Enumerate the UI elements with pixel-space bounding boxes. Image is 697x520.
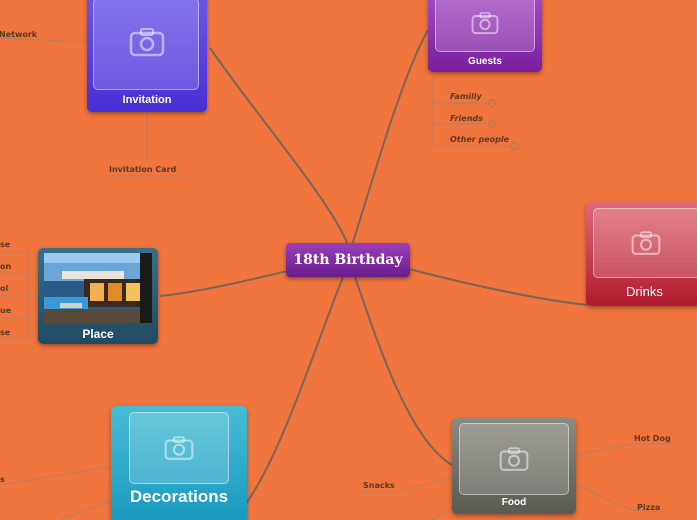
invitation-label: Invitation [122,94,172,106]
leaf-hot-dog[interactable]: Hot Dog [634,434,671,443]
leaf-network[interactable]: Network [0,30,37,39]
camera-icon [471,11,499,34]
leaf-pizza[interactable]: Pizza [637,503,660,512]
leaf-friends[interactable]: Friends [450,114,483,123]
leaf-familiy[interactable]: Familiy [450,92,482,101]
drinks-label: Drinks [626,284,663,299]
leaf-other-people[interactable]: Other people [450,135,509,144]
place-node[interactable]: Place [38,248,158,344]
leaf-place-2[interactable]: on [0,262,11,271]
count-badge: 1 [511,142,519,150]
leaf-invitation-card[interactable]: Invitation Card [109,165,176,174]
decorations-node[interactable]: Decorations [111,406,247,520]
guests-node[interactable]: Guests [428,0,542,72]
guests-label: Guests [468,56,502,67]
camera-icon [164,436,194,461]
food-label: Food [501,497,527,508]
count-badge: 1 [488,99,496,107]
camera-icon [129,28,165,57]
camera-icon [499,447,529,472]
drinks-node[interactable]: Drinks [586,202,697,306]
leaf-place-4[interactable]: ue [0,306,11,315]
leaf-place-1[interactable]: se [0,240,10,249]
decorations-label: Decorations [129,487,229,506]
central-topic[interactable]: 18th Birthday [286,243,410,277]
villa-photo [44,253,152,323]
leaf-place-5[interactable]: se [0,328,10,337]
invitation-node[interactable]: Invitation [87,0,207,112]
leaf-snacks[interactable]: Snacks [363,481,395,490]
place-label: Place [82,327,114,341]
count-badge: 1 [488,120,496,128]
camera-icon [631,230,661,255]
leaf-decorations-1[interactable]: s [0,475,5,484]
leaf-place-3[interactable]: ol [0,284,8,293]
food-node[interactable]: Food [452,418,576,514]
